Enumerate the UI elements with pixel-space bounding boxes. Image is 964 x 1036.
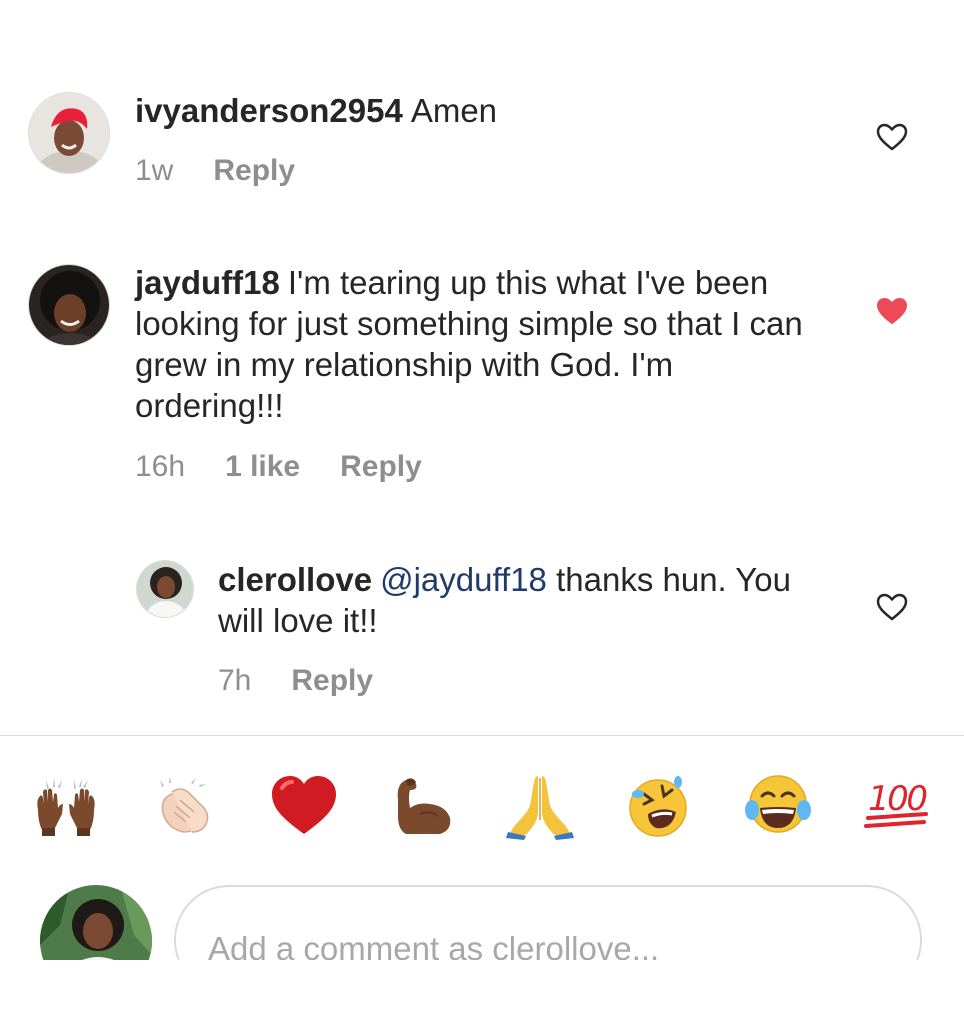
hundred-points-icon[interactable]: 100 — [862, 770, 934, 842]
likes-count[interactable]: 1 like — [225, 450, 300, 484]
comment-text: jayduff18 I'm tearing up this what I've b… — [135, 262, 825, 426]
avatar-photo — [137, 561, 193, 617]
red-heart-icon[interactable] — [268, 770, 340, 842]
avatar-photo — [40, 885, 152, 960]
my-avatar[interactable] — [40, 885, 152, 960]
comment-text: ivyanderson2954 Amen — [135, 90, 835, 131]
comment-username[interactable]: ivyanderson2954 — [135, 92, 403, 129]
reply-button[interactable]: Reply — [213, 154, 295, 188]
reply-time: 7h — [218, 664, 252, 697]
folded-hands-icon[interactable] — [504, 770, 576, 842]
raising-hands-icon[interactable] — [30, 770, 102, 842]
avatar[interactable] — [28, 264, 110, 346]
heart-outline-icon[interactable] — [875, 592, 909, 622]
reply-username[interactable]: clerollove — [218, 561, 372, 598]
reply-button[interactable]: Reply — [291, 664, 373, 698]
mention-link[interactable]: @jayduff18 — [380, 561, 547, 598]
avatar-photo — [29, 93, 109, 173]
reply-button[interactable]: Reply — [340, 450, 422, 484]
comment-meta: 16h 1 like Reply — [135, 450, 462, 484]
rolling-laughing-icon[interactable] — [622, 770, 694, 842]
comment-jayduff18: jayduff18 I'm tearing up this what I've b… — [0, 220, 964, 520]
comment-body: Amen — [410, 92, 498, 129]
comment-username[interactable]: jayduff18 — [135, 264, 280, 301]
heart-filled-icon[interactable] — [875, 296, 909, 326]
comment-time: 1w — [135, 154, 174, 187]
divider — [0, 735, 964, 736]
tears-of-joy-icon[interactable] — [742, 770, 814, 842]
reply-comment-clerollove: clerollove @jayduff18 thanks hun. You wil… — [0, 540, 964, 720]
clapping-hands-icon[interactable] — [150, 770, 222, 842]
comment-input[interactable] — [208, 927, 888, 960]
avatar[interactable] — [136, 560, 194, 618]
avatar-photo — [29, 265, 109, 345]
emoji-reaction-bar: 100 — [0, 770, 964, 850]
reply-meta: 7h Reply — [218, 664, 413, 698]
heart-outline-icon[interactable] — [875, 122, 909, 152]
comment-composer — [0, 880, 964, 960]
flexed-biceps-icon[interactable] — [388, 770, 460, 842]
avatar[interactable] — [28, 92, 110, 174]
comment-box[interactable] — [174, 885, 922, 960]
reply-text: clerollove @jayduff18 thanks hun. You wil… — [218, 559, 818, 641]
comment-time: 16h — [135, 450, 186, 483]
comment-meta: 1w Reply — [135, 154, 335, 188]
comment-ivyanderson2954: ivyanderson2954 Amen 1w Reply — [0, 0, 964, 220]
